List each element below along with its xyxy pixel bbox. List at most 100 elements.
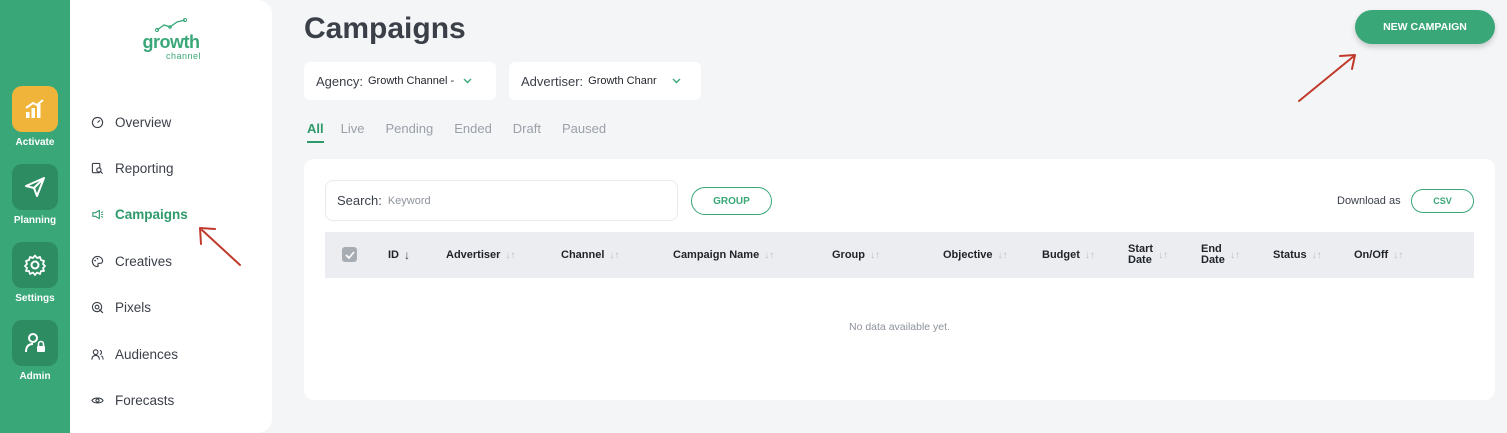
- pixel-target-icon: [90, 300, 104, 314]
- sort-icon: ↓↑: [870, 249, 880, 261]
- column-header-channel[interactable]: Channel ↓↑: [561, 232, 619, 278]
- sort-icon: ↓↑: [764, 249, 775, 261]
- column-header-advertiser[interactable]: Advertiser ↓↑: [446, 232, 515, 278]
- column-header-status[interactable]: Status ↓↑: [1273, 232, 1322, 278]
- nav-item-forecasts[interactable]: Forecasts: [90, 390, 174, 410]
- nav-label: Overview: [115, 114, 172, 130]
- logo-word: growth: [142, 32, 201, 52]
- group-button[interactable]: GROUP: [691, 187, 772, 215]
- column-label: On/Off: [1354, 249, 1389, 261]
- nav-item-overview[interactable]: Overview: [90, 112, 171, 132]
- new-campaign-button[interactable]: NEW CAMPAIGN: [1355, 10, 1495, 44]
- tab-all[interactable]: All: [307, 121, 324, 143]
- search-box: Search:: [325, 180, 678, 221]
- brand-logo[interactable]: growth channel: [140, 18, 202, 61]
- nav-label: Forecasts: [115, 392, 175, 408]
- column-header-campaign-name[interactable]: Campaign Name ↓↑: [673, 232, 774, 278]
- nav-label: Audiences: [115, 346, 179, 362]
- status-tabs: All Live Pending Ended Draft Paused: [307, 121, 627, 143]
- nav-label: Creatives: [115, 253, 173, 269]
- eye-icon: [90, 393, 104, 407]
- campaigns-card: Search: GROUP Download as CSV ID ↓ Advert…: [304, 159, 1495, 400]
- sort-icon: ↓↑: [1084, 249, 1095, 261]
- column-label: Budget: [1042, 249, 1080, 261]
- nav-label: Pixels: [115, 299, 152, 315]
- select-all-checkbox[interactable]: [342, 247, 357, 262]
- paper-plane-icon: [12, 164, 58, 210]
- rail-label: Activate: [15, 137, 55, 148]
- column-header-on-off[interactable]: On/Off ↓↑: [1354, 232, 1403, 278]
- column-label: Status: [1273, 249, 1307, 261]
- logo-subword: channel: [165, 51, 201, 61]
- nav-item-pixels[interactable]: Pixels: [90, 297, 151, 317]
- tab-ended[interactable]: Ended: [454, 121, 492, 143]
- gauge-icon: [90, 115, 104, 129]
- sort-icon: ↓↑: [997, 249, 1008, 261]
- column-header-budget[interactable]: Budget ↓↑: [1042, 232, 1095, 278]
- tab-paused[interactable]: Paused: [562, 121, 606, 143]
- sort-icon: ↓↑: [1393, 249, 1404, 261]
- column-label: Group: [832, 249, 865, 261]
- activate-chart-icon: [12, 86, 58, 132]
- palette-icon: [90, 254, 104, 268]
- sort-icon: ↓↑: [1311, 249, 1322, 261]
- column-header-start-date[interactable]: Start Date ↓↑: [1128, 232, 1168, 278]
- sort-icon: ↓↑: [1229, 249, 1240, 261]
- column-header-end-date[interactable]: End Date ↓↑: [1201, 232, 1240, 278]
- sort-desc-icon: ↓: [404, 248, 410, 262]
- tab-draft[interactable]: Draft: [513, 121, 541, 143]
- tab-live[interactable]: Live: [341, 121, 365, 143]
- nav-item-campaigns[interactable]: Campaigns: [90, 204, 188, 224]
- empty-table-message: No data available yet.: [849, 321, 950, 333]
- column-label: Advertiser: [446, 249, 501, 261]
- growth-line-icon: [154, 18, 188, 32]
- column-label: Campaign Name: [673, 249, 760, 261]
- csv-download-button[interactable]: CSV: [1411, 189, 1474, 213]
- column-label: Channel: [561, 249, 605, 261]
- advertiser-select[interactable]: Advertiser: Growth Chanr: [509, 62, 701, 100]
- megaphone-icon: [90, 207, 104, 221]
- rail-item-activate[interactable]: Activate: [0, 86, 70, 148]
- advertiser-label: Advertiser:: [521, 73, 584, 89]
- rail-item-admin[interactable]: Admin: [0, 320, 70, 382]
- column-label: End Date: [1201, 243, 1225, 266]
- agency-value: Growth Channel -: [367, 75, 455, 87]
- advertiser-value: Growth Chanr: [588, 75, 657, 87]
- sort-icon: ↓↑: [505, 249, 516, 261]
- annotation-arrow-new-campaign: [1298, 54, 1356, 102]
- nav-label: Campaigns: [115, 206, 188, 222]
- gear-icon: [12, 242, 58, 288]
- report-search-icon: [90, 161, 104, 175]
- table-header: ID ↓ Advertiser ↓↑ Channel ↓↑ Campaign Name…: [325, 232, 1474, 278]
- nav-item-creatives[interactable]: Creatives: [90, 251, 172, 271]
- nav-item-audiences[interactable]: Audiences: [90, 344, 178, 364]
- checkmark-icon: [344, 250, 355, 259]
- search-input[interactable]: [387, 194, 658, 207]
- column-header-id[interactable]: ID ↓: [388, 232, 410, 278]
- column-header-group[interactable]: Group ↓↑: [832, 232, 880, 278]
- nav-item-reporting[interactable]: Reporting: [90, 158, 174, 178]
- column-header-objective[interactable]: Objective ↓↑: [943, 232, 1008, 278]
- download-label: Download as: [1337, 195, 1401, 207]
- sort-icon: ↓↑: [1158, 249, 1169, 261]
- page-title: Campaigns: [304, 12, 466, 45]
- search-label: Search:: [337, 193, 382, 208]
- column-label: Start Date: [1128, 243, 1154, 266]
- column-label: ID: [388, 249, 399, 261]
- tab-pending[interactable]: Pending: [385, 121, 433, 143]
- rail-item-planning[interactable]: Planning: [0, 164, 70, 226]
- rail-item-settings[interactable]: Settings: [0, 242, 70, 304]
- secondary-nav: growth channel Overview Reporting Campai…: [70, 0, 272, 433]
- chevron-down-icon: [462, 75, 474, 87]
- app-rail: Activate Planning Settings Admin: [0, 0, 70, 433]
- rail-label: Planning: [13, 215, 57, 226]
- rail-label: Admin: [19, 371, 51, 382]
- agency-select[interactable]: Agency: Growth Channel -: [304, 62, 496, 100]
- sort-icon: ↓↑: [609, 249, 620, 261]
- rail-label: Settings: [15, 293, 55, 304]
- column-label: Objective: [943, 249, 993, 261]
- agency-label: Agency:: [316, 73, 363, 89]
- users-icon: [90, 347, 104, 361]
- chevron-down-icon: [670, 75, 682, 87]
- nav-label: Reporting: [115, 160, 174, 176]
